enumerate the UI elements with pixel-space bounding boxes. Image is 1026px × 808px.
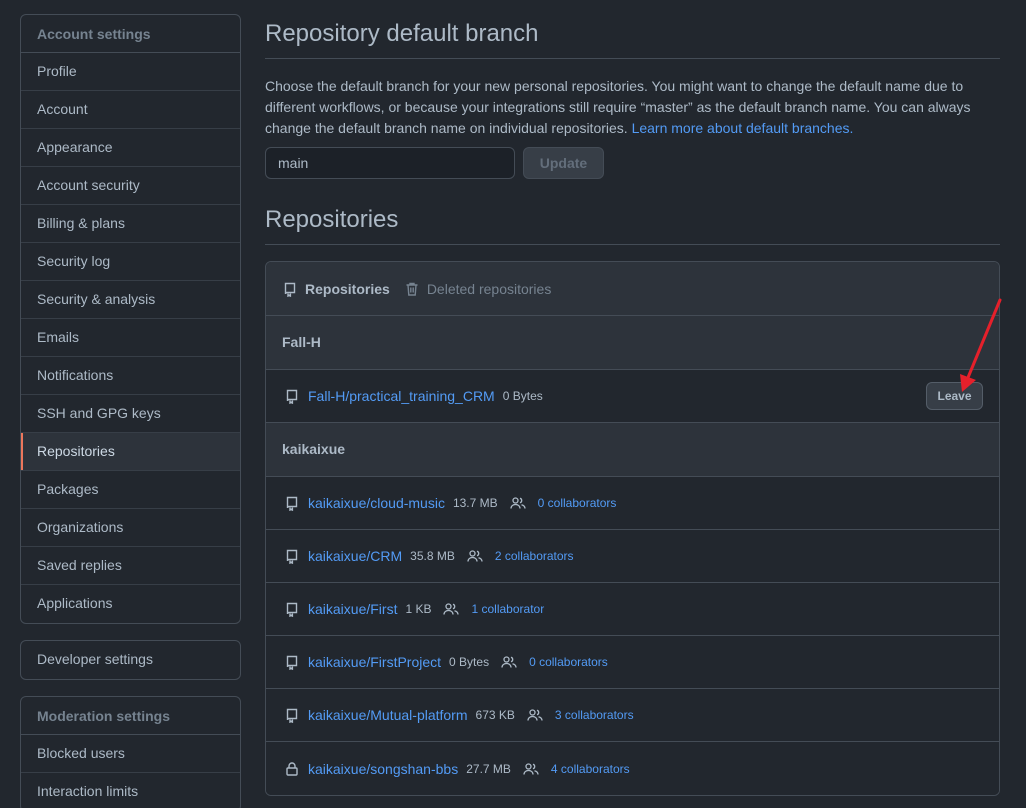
sidebar-item-applications[interactable]: Applications: [21, 585, 240, 623]
sidebar-item-organizations[interactable]: Organizations: [21, 509, 240, 547]
repo-row: kaikaixue/FirstProject 0 Bytes 0 collabo…: [266, 636, 999, 689]
repo-link[interactable]: kaikaixue/FirstProject: [308, 654, 441, 670]
repo-icon: [284, 388, 300, 404]
default-branch-title: Repository default branch: [265, 20, 1000, 59]
lock-icon: [284, 761, 300, 777]
sidebar-item-security-log[interactable]: Security log: [21, 243, 240, 281]
people-icon: [523, 762, 539, 776]
sidebar-item-ssh-gpg-keys[interactable]: SSH and GPG keys: [21, 395, 240, 433]
repo-icon: [284, 495, 300, 511]
owner-header-kaikaixue: kaikaixue: [266, 423, 999, 477]
collaborators-link[interactable]: 0 collaborators: [501, 655, 608, 669]
sidebar-item-saved-replies[interactable]: Saved replies: [21, 547, 240, 585]
people-icon: [467, 549, 483, 563]
tab-repositories-label: Repositories: [305, 280, 390, 297]
tab-deleted-repositories-label: Deleted repositories: [426, 280, 552, 297]
repo-link[interactable]: Fall-H/practical_training_CRM: [308, 388, 495, 404]
default-branch-description-text: Choose the default branch for your new p…: [265, 78, 971, 136]
sidebar-item-repositories[interactable]: Repositories: [21, 433, 240, 471]
people-icon: [501, 655, 517, 669]
repositories-tabs: Repositories Deleted repositories: [266, 262, 999, 316]
repo-size: 13.7 MB: [452, 496, 498, 510]
sidebar-item-emails[interactable]: Emails: [21, 319, 240, 357]
people-icon: [510, 496, 526, 510]
sidebar-item-developer-settings[interactable]: Developer settings: [21, 641, 240, 679]
repositories-title: Repositories: [265, 206, 1000, 245]
repo-row: kaikaixue/songshan-bbs 27.7 MB 4 collabo…: [266, 742, 999, 795]
collaborators-link[interactable]: 0 collaborators: [510, 496, 617, 510]
collaborators-label: 0 collaborators: [529, 655, 608, 669]
collaborators-link[interactable]: 2 collaborators: [467, 549, 574, 563]
sidebar-item-notifications[interactable]: Notifications: [21, 357, 240, 395]
sidebar-item-account-security[interactable]: Account security: [21, 167, 240, 205]
sidebar-item-account[interactable]: Account: [21, 91, 240, 129]
repo-size: 0 Bytes: [502, 389, 543, 403]
repo-size: 0 Bytes: [449, 655, 490, 669]
repo-link[interactable]: kaikaixue/CRM: [308, 548, 402, 564]
repo-icon: [284, 601, 300, 617]
moderation-settings-menu: Moderation settings Blocked users Intera…: [20, 696, 241, 808]
collaborators-link[interactable]: 3 collaborators: [527, 708, 634, 722]
repo-row: Fall-H/practical_training_CRM 0 Bytes Le…: [266, 370, 999, 423]
repo-row: kaikaixue/Mutual-platform 673 KB 3 colla…: [266, 689, 999, 742]
sidebar-item-blocked-users[interactable]: Blocked users: [21, 735, 240, 773]
update-button[interactable]: Update: [523, 147, 604, 179]
repo-row: kaikaixue/First 1 KB 1 collaborator: [266, 583, 999, 636]
repo-size: 27.7 MB: [466, 761, 511, 776]
learn-more-link[interactable]: Learn more about default branches.: [632, 120, 854, 136]
repo-link[interactable]: kaikaixue/cloud-music: [308, 495, 445, 511]
repo-row: kaikaixue/cloud-music 13.7 MB 0 collabor…: [266, 477, 999, 530]
sidebar-item-interaction-limits[interactable]: Interaction limits: [21, 773, 240, 808]
repo-size: 673 KB: [475, 708, 515, 722]
main-content: Repository default branch Choose the def…: [265, 0, 1000, 796]
settings-sidebar: Account settings Profile Account Appeara…: [20, 14, 241, 808]
account-settings-menu: Account settings Profile Account Appeara…: [20, 14, 241, 624]
default-branch-description: Choose the default branch for your new p…: [265, 76, 1000, 139]
trash-icon: [404, 281, 420, 297]
repo-icon: [282, 281, 298, 297]
collaborators-label: 2 collaborators: [494, 549, 574, 563]
people-icon: [443, 602, 460, 616]
collaborators-label: 1 collaborator: [471, 602, 545, 616]
owner-header-fall-h: Fall-H: [266, 316, 999, 370]
collaborators-link[interactable]: 1 collaborator: [443, 602, 544, 616]
repo-link[interactable]: kaikaixue/First: [308, 601, 397, 617]
developer-settings-menu: Developer settings: [20, 640, 241, 680]
people-icon: [527, 708, 543, 722]
collaborators-label: 3 collaborators: [554, 708, 634, 722]
collaborators-link[interactable]: 4 collaborators: [523, 762, 630, 776]
sidebar-item-packages[interactable]: Packages: [21, 471, 240, 509]
account-settings-heading: Account settings: [21, 15, 240, 53]
tab-deleted-repositories[interactable]: Deleted repositories: [404, 280, 552, 297]
collaborators-label: 4 collaborators: [550, 761, 630, 776]
sidebar-item-appearance[interactable]: Appearance: [21, 129, 240, 167]
repo-icon: [284, 654, 300, 670]
sidebar-item-profile[interactable]: Profile: [21, 53, 240, 91]
leave-button[interactable]: Leave: [926, 382, 983, 410]
repo-link[interactable]: kaikaixue/Mutual-platform: [308, 707, 468, 723]
moderation-settings-heading: Moderation settings: [21, 697, 240, 735]
repo-row: kaikaixue/CRM 35.8 MB 2 collaborators: [266, 530, 999, 583]
sidebar-item-security-analysis[interactable]: Security & analysis: [21, 281, 240, 319]
repo-icon: [284, 707, 300, 723]
repo-size: 35.8 MB: [410, 549, 455, 563]
sidebar-item-billing-plans[interactable]: Billing & plans: [21, 205, 240, 243]
default-branch-input[interactable]: [265, 147, 515, 179]
repo-size: 1 KB: [405, 602, 432, 616]
tab-repositories[interactable]: Repositories: [282, 281, 390, 297]
repositories-box: Repositories Deleted repositories Fall-H…: [265, 261, 1000, 796]
repo-icon: [284, 548, 300, 564]
default-branch-form: Update: [265, 147, 1000, 179]
repo-link[interactable]: kaikaixue/songshan-bbs: [308, 761, 458, 777]
collaborators-label: 0 collaborators: [537, 496, 617, 510]
